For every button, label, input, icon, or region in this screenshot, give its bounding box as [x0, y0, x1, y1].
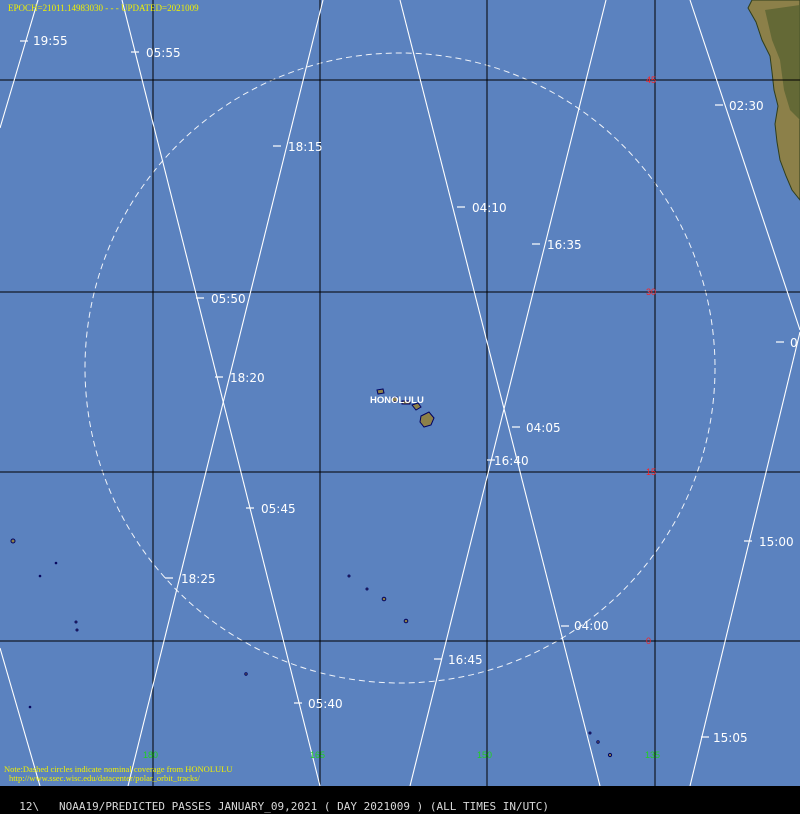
island-dot-10	[596, 740, 600, 744]
note-url-link[interactable]: http://www.ssec.wisc.edu/datacenter/pola…	[4, 774, 232, 783]
island-dot-2	[381, 596, 387, 602]
time-label: 16:45	[448, 653, 483, 667]
updated-text: UPDATED=2021009	[121, 3, 199, 13]
island-dot-14	[28, 705, 32, 709]
island-dot-13	[38, 574, 42, 578]
header-separator: - - -	[105, 3, 119, 13]
island-dot-5	[347, 574, 351, 578]
epoch-header: EPOCH=21011.14983030 - - - UPDATED=20210…	[8, 3, 199, 13]
lon-label-150: 150	[477, 750, 492, 760]
time-label: 04:05	[526, 421, 561, 435]
lat-label-0: 0	[646, 636, 651, 646]
lon-label-180: 180	[143, 750, 158, 760]
ocean-background	[0, 0, 800, 786]
footer-title: 12\ NOAA19/PREDICTED PASSES JANUARY_09,2…	[19, 800, 550, 813]
time-label: 19:55	[33, 34, 68, 48]
time-label: 05:45	[261, 502, 296, 516]
time-label: 15:05	[713, 731, 748, 745]
time-label: 04:00	[574, 619, 609, 633]
island-dot-8	[75, 628, 79, 632]
kauai	[376, 388, 385, 395]
time-label: 16:40	[494, 454, 529, 468]
island-dot-11	[588, 731, 592, 735]
lat-label-30: 30	[646, 287, 656, 297]
time-label: 04:10	[472, 201, 507, 215]
time-label: 05:55	[146, 46, 181, 60]
time-label: 05:50	[211, 292, 246, 306]
time-label: 0	[790, 336, 798, 350]
time-label: 18:15	[288, 140, 323, 154]
lat-label-45: 45	[646, 75, 656, 85]
island-dot-4	[244, 672, 248, 676]
time-label: 02:30	[729, 99, 764, 113]
island-dot-3	[403, 618, 409, 624]
epoch-text: EPOCH=21011.14983030	[8, 3, 103, 13]
island-dot-7	[74, 620, 78, 624]
time-label: 05:40	[308, 697, 343, 711]
island-dot-12	[54, 561, 58, 565]
footer-bar: 12\ NOAA19/PREDICTED PASSES JANUARY_09,2…	[0, 786, 800, 813]
time-label: 18:20	[230, 371, 265, 385]
island-dot-1	[10, 538, 16, 544]
lon-label-165: 165	[310, 750, 325, 760]
lat-label-15: 15	[646, 467, 656, 477]
island-dot-6	[365, 587, 369, 591]
island-dot-9	[607, 752, 613, 758]
time-label: 16:35	[547, 238, 582, 252]
lon-label-135: 135	[645, 750, 660, 760]
city-label-honolulu: HONOLULU	[370, 395, 424, 406]
time-label: 18:25	[181, 572, 216, 586]
coverage-note: Note:Dashed circles indicate nominal cov…	[4, 765, 232, 783]
time-label: 15:00	[759, 535, 794, 549]
map-canvas: HONOLULU 45 30 15 0 180 165 150 135 19:5…	[0, 0, 800, 787]
